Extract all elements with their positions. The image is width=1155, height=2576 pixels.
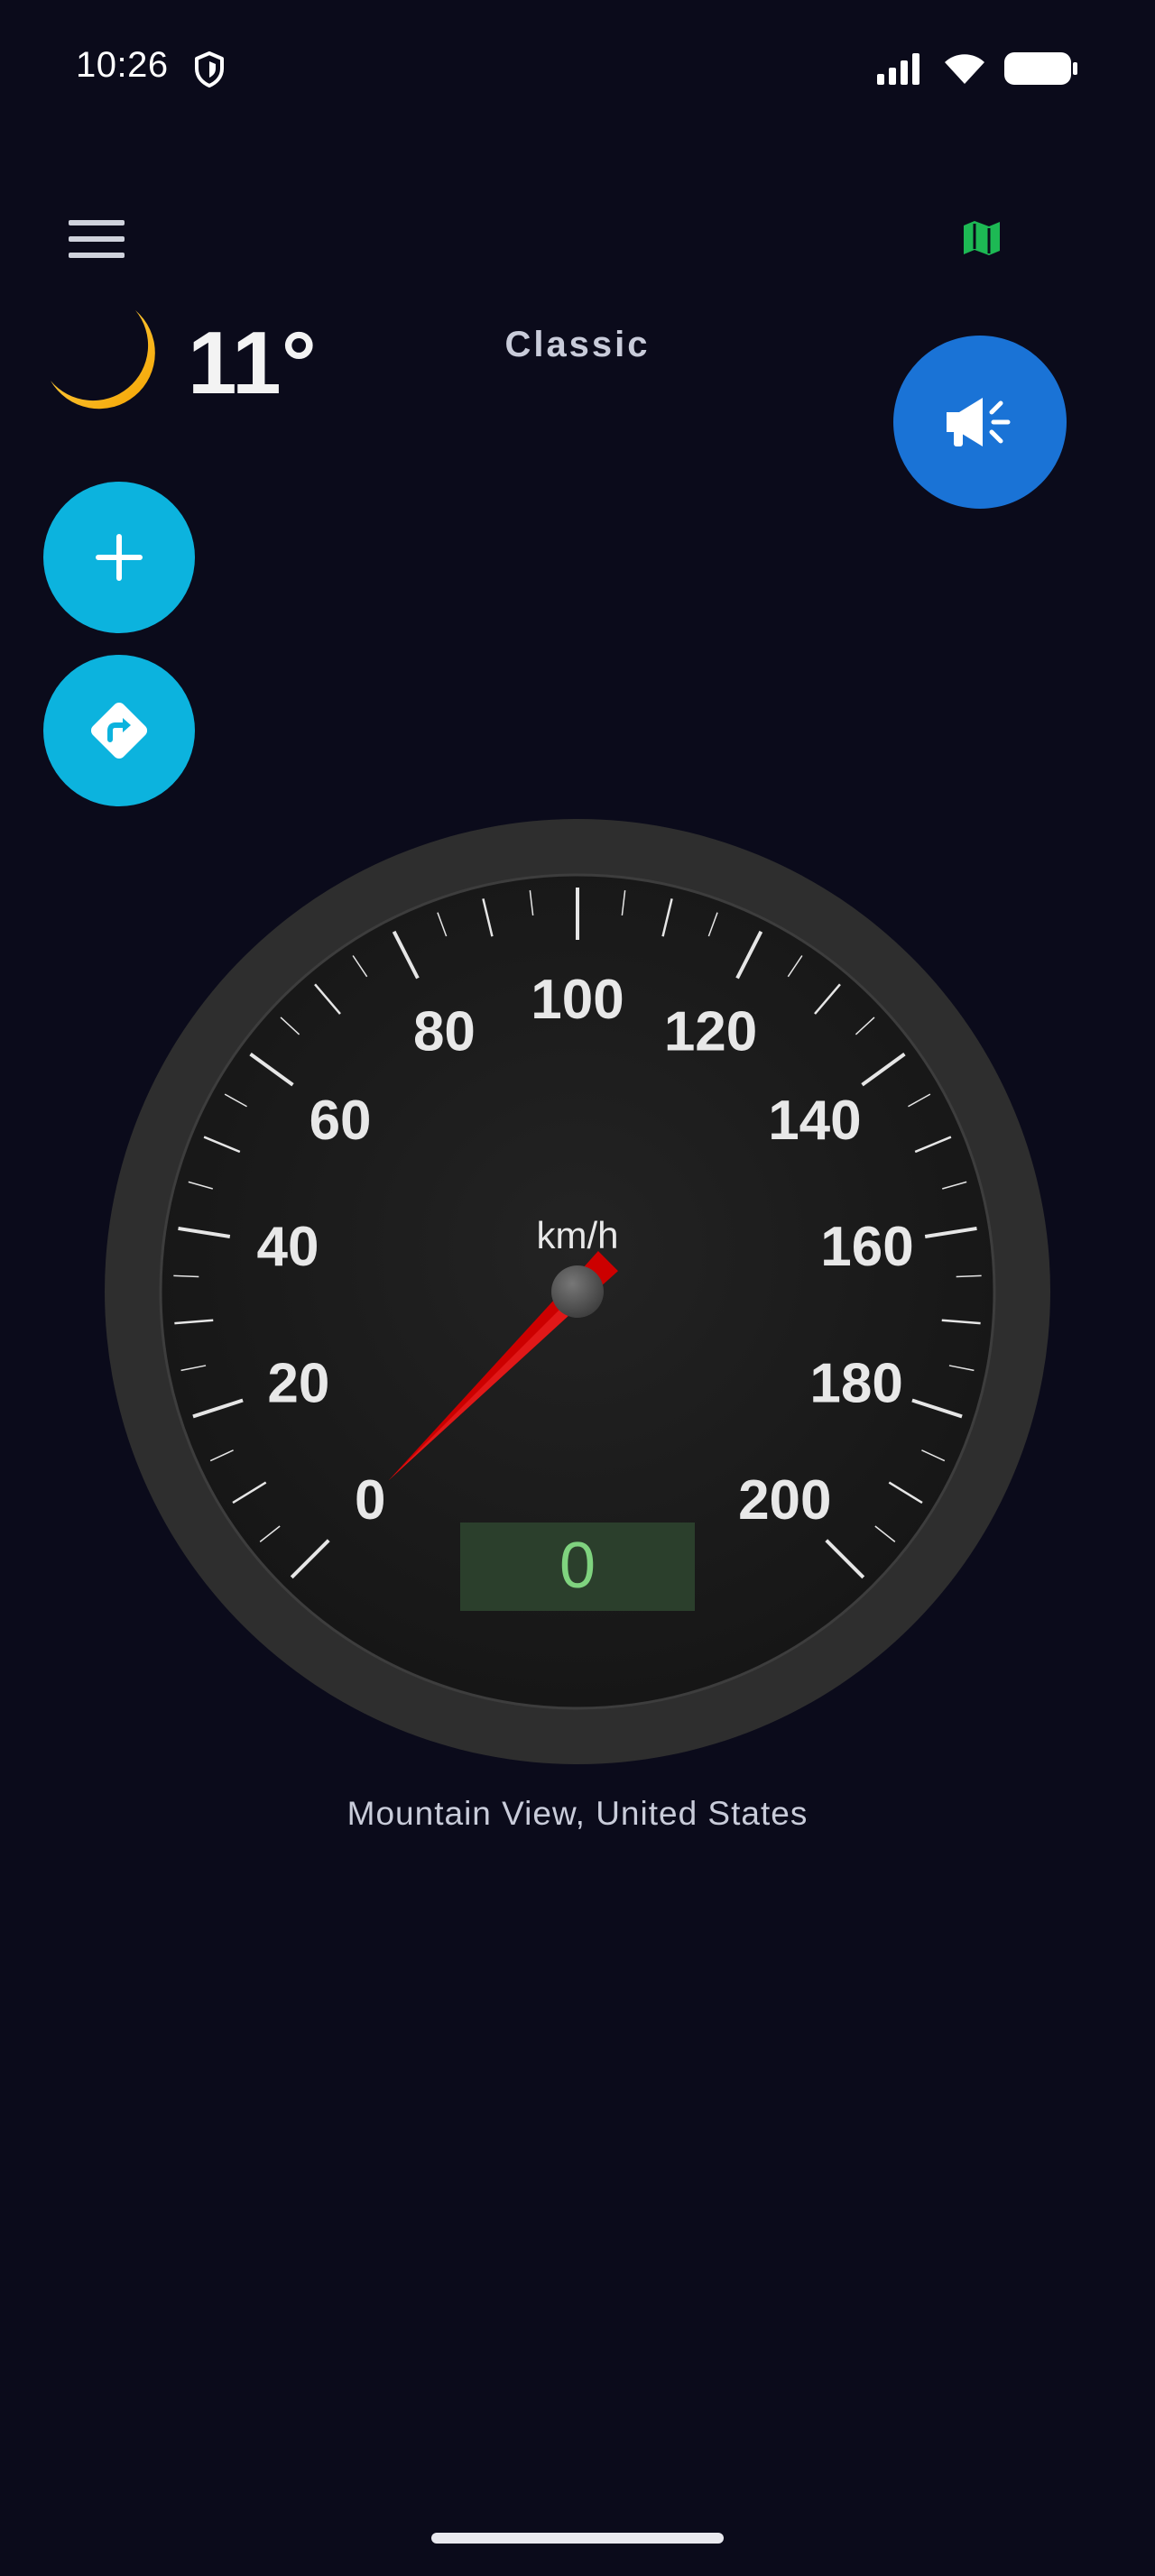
- menu-button[interactable]: [65, 215, 128, 263]
- plus-icon: [96, 534, 143, 581]
- gauge-tick-label: 200: [738, 1469, 831, 1532]
- map-icon[interactable]: [960, 216, 1003, 260]
- gauge-hub: [551, 1265, 604, 1318]
- hamburger-menu-icon-line: [69, 220, 125, 225]
- gauge-tick-label: 60: [310, 1090, 372, 1152]
- gauge-tick-label: 140: [768, 1090, 861, 1152]
- turn-right-sign-icon: [90, 702, 148, 759]
- hamburger-menu-icon-line: [69, 236, 125, 242]
- status-bar: 10:26: [0, 0, 1155, 135]
- battery-icon: [1004, 52, 1077, 85]
- gauge-tick-label: 180: [809, 1352, 902, 1414]
- status-icons: [875, 51, 1079, 87]
- gauge-tick-label: 120: [664, 1000, 757, 1063]
- hamburger-menu-icon-line: [69, 253, 125, 258]
- voice-announce-button[interactable]: [893, 336, 1067, 509]
- megaphone-icon: [947, 398, 1011, 446]
- location-label: Mountain View, United States: [346, 1795, 808, 1832]
- gauge-tick-label: 40: [257, 1216, 319, 1278]
- wifi-icon: [945, 54, 984, 84]
- gauge-tick-label: 160: [820, 1216, 913, 1278]
- home-indicator[interactable]: [431, 2533, 724, 2544]
- shield-icon: [195, 51, 224, 87]
- status-time: 10:26: [76, 45, 169, 85]
- speedometer-gauge: 0 20 40 60 80 100 120140 160 180 200 km/h 0: [105, 819, 1050, 1764]
- signal-icon: [877, 53, 919, 85]
- gauge-tick-label: 100: [531, 969, 624, 1031]
- speed-unit-label: km/h: [536, 1214, 618, 1256]
- directions-button[interactable]: [43, 655, 195, 806]
- gauge-tick-label: 80: [413, 1000, 476, 1063]
- digital-speed-readout: 0: [559, 1530, 596, 1602]
- gauge-tick-label: 0: [355, 1469, 385, 1532]
- add-button[interactable]: [43, 482, 195, 633]
- gauge-tick-label: 20: [267, 1352, 329, 1414]
